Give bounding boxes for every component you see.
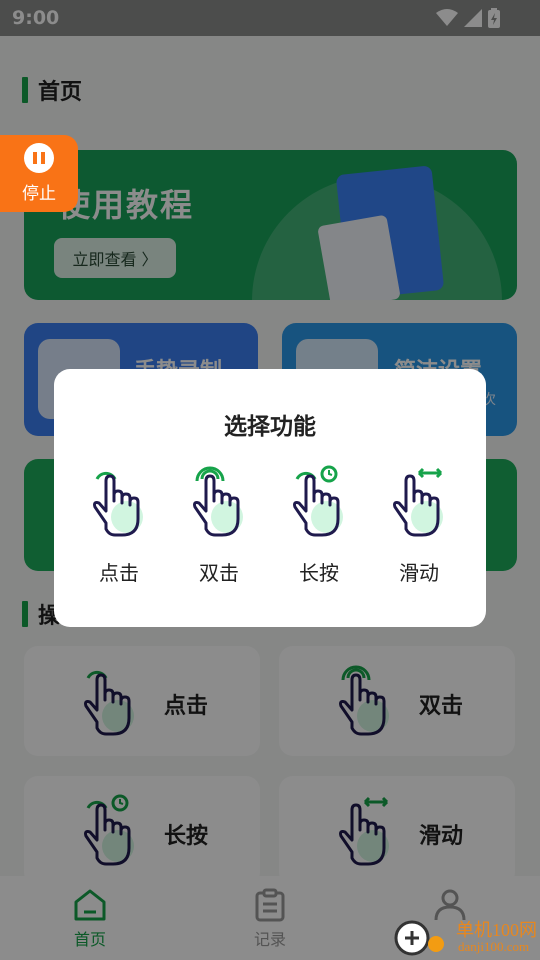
dialog-option-long-press-label: 长按: [299, 561, 339, 585]
watermark-logo-icon: [394, 920, 444, 956]
dialog-option-swipe[interactable]: 滑动: [369, 465, 469, 586]
site-watermark: 单机100网 danji100.com: [386, 914, 540, 960]
watermark-url: danji100.com: [458, 939, 530, 954]
stop-label: 停止: [22, 184, 56, 204]
dialog-option-tap-label: 点击: [99, 561, 139, 585]
pause-icon: [24, 143, 54, 173]
stop-float-button[interactable]: 停止: [0, 135, 78, 212]
dialog-option-double-tap-label: 双击: [199, 561, 239, 585]
swipe-hand-icon: [393, 467, 443, 537]
long-press-hand-icon: [293, 465, 343, 537]
dialog-option-long-press[interactable]: 长按: [269, 465, 369, 586]
dialog-option-tap[interactable]: 点击: [69, 465, 169, 586]
dialog-option-double-tap[interactable]: 双击: [169, 465, 269, 586]
tap-hand-icon: [93, 471, 143, 537]
dialog-title: 选择功能: [224, 414, 316, 440]
double-tap-hand-icon: [193, 466, 243, 537]
dialog-option-swipe-label: 滑动: [399, 561, 439, 585]
select-function-dialog: 选择功能 点击 双击 长按 滑动: [54, 369, 486, 627]
